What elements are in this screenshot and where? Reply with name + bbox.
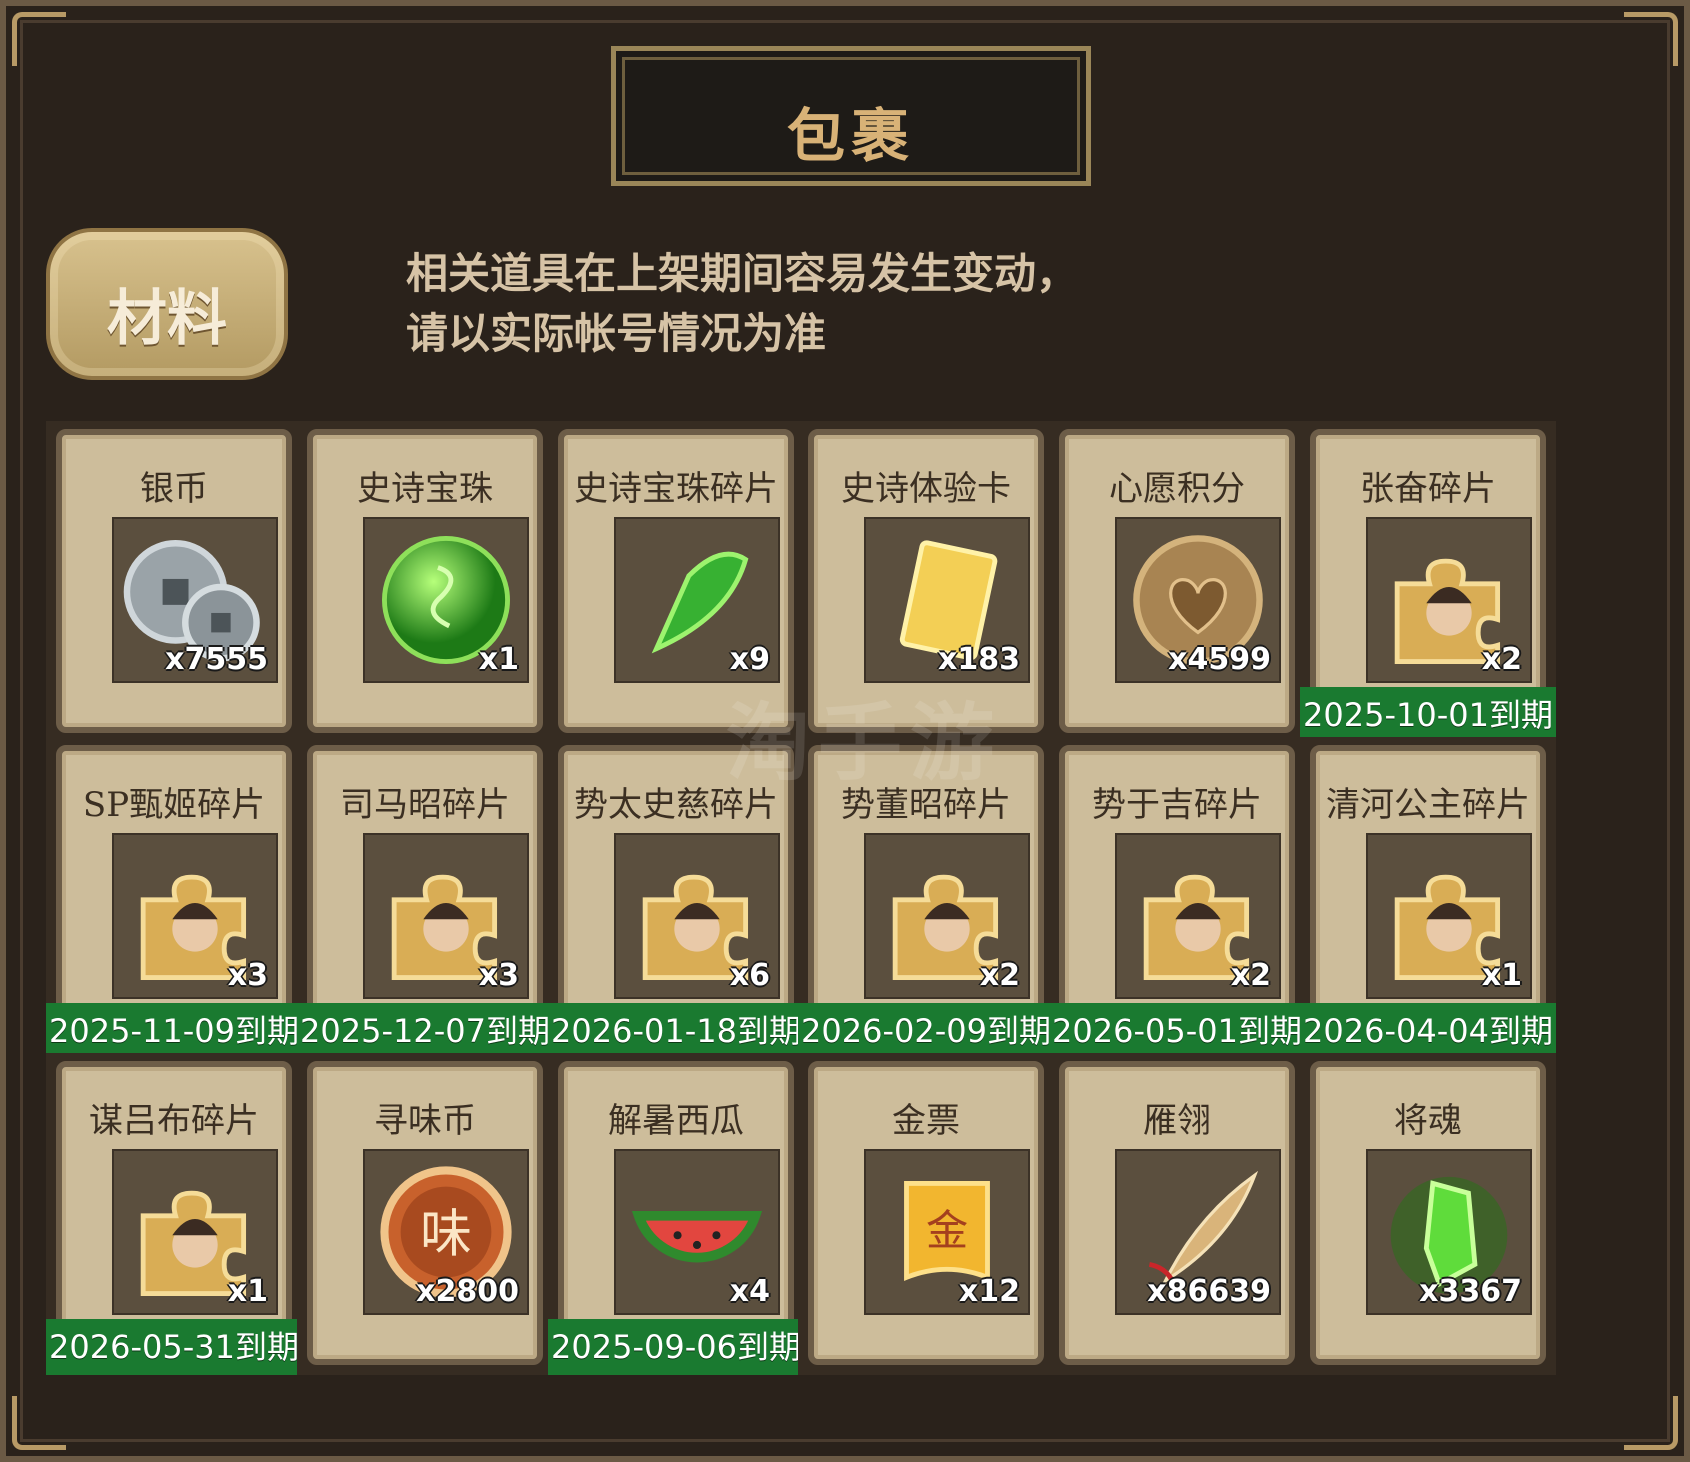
item-icon-box: x183 [864, 517, 1030, 683]
item-name: 寻味币 [374, 1101, 476, 1141]
item-count: x2 [1481, 642, 1522, 677]
title-plate: 包裹 [611, 46, 1091, 186]
item-name: 史诗宝珠 [357, 469, 493, 509]
item-expire-banner: 2026-05-01到期 [1049, 1003, 1305, 1059]
item-name: 金票 [892, 1101, 960, 1141]
item-icon-box: x2 [864, 833, 1030, 999]
item-count: x9 [729, 642, 770, 677]
item-count: x3367 [1419, 1274, 1522, 1309]
item-card[interactable]: 金票金 x12 [798, 1053, 1054, 1375]
window-title: 包裹 [786, 102, 915, 170]
item-icon-box: x3367 [1366, 1149, 1532, 1315]
item-icon-box: x4599 [1115, 517, 1281, 683]
item-card[interactable]: 解暑西瓜 x4 2025-09-06到期 [548, 1053, 804, 1375]
item-expire-banner: 2025-12-07到期 [297, 1003, 553, 1059]
svg-text:味: 味 [420, 1204, 472, 1264]
item-expire-banner: 2026-04-04到期 [1300, 1003, 1556, 1059]
item-icon-box: x1 [1366, 833, 1532, 999]
item-expire-banner: 2026-05-31到期 [46, 1319, 302, 1375]
item-name: SP甄姬碎片 [82, 785, 266, 825]
item-icon-box: x4 [614, 1149, 780, 1315]
item-card-frame: 史诗宝珠 x1 [307, 429, 543, 733]
item-expire-banner: 2026-01-18到期 [548, 1003, 804, 1059]
item-card[interactable]: 将魂 x3367 [1300, 1053, 1556, 1375]
item-card-frame: 心愿积分 x4599 [1059, 429, 1295, 733]
item-card[interactable]: 雁翎 x86639 [1049, 1053, 1305, 1375]
item-expire-banner: 2025-11-09到期 [46, 1003, 302, 1059]
tab-materials[interactable]: 材料 [46, 228, 288, 380]
item-icon-box: x2 [1366, 517, 1532, 683]
item-expire-banner: 2025-09-06到期 [548, 1319, 804, 1375]
item-count: x2800 [416, 1274, 519, 1309]
item-count: x1 [1481, 958, 1522, 993]
item-card-frame: 金票金 x12 [808, 1061, 1044, 1365]
item-expire-banner: 2026-02-09到期 [798, 1003, 1054, 1059]
item-count: x183 [938, 642, 1020, 677]
item-card-frame: 银币 x7555 [56, 429, 292, 733]
item-icon-box: 味 x2800 [363, 1149, 529, 1315]
item-name: 势于吉碎片 [1092, 785, 1262, 825]
item-card[interactable]: 谋吕布碎片 x1 2026-05-31到期 [46, 1053, 302, 1375]
item-count: x1 [478, 642, 519, 677]
item-icon-box: x1 [363, 517, 529, 683]
watermark: 淘手游 [726, 694, 1003, 792]
item-count: x3 [478, 958, 519, 993]
frame-corner-decoration [1624, 12, 1678, 66]
item-icon-box: x3 [112, 833, 278, 999]
item-name: 解暑西瓜 [608, 1101, 744, 1141]
item-card[interactable]: 清河公主碎片 x1 2026-04-04到期 [1300, 737, 1556, 1059]
item-expire-banner: 2025-10-01到期 [1300, 687, 1556, 743]
item-icon-box: x86639 [1115, 1149, 1281, 1315]
item-card-frame: 寻味币味 x2800 [307, 1061, 543, 1365]
item-card[interactable]: 司马昭碎片 x3 2025-12-07到期 [297, 737, 553, 1059]
item-card[interactable]: SP甄姬碎片 x3 2025-11-09到期 [46, 737, 302, 1059]
svg-text:金: 金 [926, 1206, 968, 1255]
item-card[interactable]: 势于吉碎片 x2 2026-05-01到期 [1049, 737, 1305, 1059]
item-icon-box: x9 [614, 517, 780, 683]
item-count: x4 [729, 1274, 770, 1309]
item-icon-box: x1 [112, 1149, 278, 1315]
tab-materials-label: 材料 [107, 284, 227, 354]
item-icon-box: 金 x12 [864, 1149, 1030, 1315]
item-name: 雁翎 [1143, 1101, 1211, 1141]
item-card[interactable]: 寻味币味 x2800 [297, 1053, 553, 1375]
item-name: 张奋碎片 [1360, 469, 1496, 509]
item-count: x2 [979, 958, 1020, 993]
item-name: 心愿积分 [1109, 469, 1245, 509]
item-icon-box: x6 [614, 833, 780, 999]
item-name: 史诗体验卡 [841, 469, 1011, 509]
item-card[interactable]: 心愿积分 x4599 [1049, 421, 1305, 743]
item-count: x3 [227, 958, 268, 993]
item-icon-box: x3 [363, 833, 529, 999]
item-count: x7555 [165, 642, 268, 677]
item-card-frame: 将魂 x3367 [1310, 1061, 1546, 1365]
item-count: x2 [1230, 958, 1271, 993]
notice-text: 相关道具在上架期间容易发生变动， 请以实际帐号情况为准 [406, 244, 1206, 364]
frame-corner-decoration [12, 12, 66, 66]
item-name: 司马昭碎片 [340, 785, 510, 825]
inventory-window: 包裹 材料 相关道具在上架期间容易发生变动， 请以实际帐号情况为准 银币 x755… [0, 0, 1690, 1462]
item-count: x86639 [1147, 1274, 1271, 1309]
item-name: 谋吕布碎片 [89, 1101, 259, 1141]
notice-line-2: 请以实际帐号情况为准 [406, 309, 827, 358]
item-card[interactable]: 史诗宝珠 x1 [297, 421, 553, 743]
item-name: 史诗宝珠碎片 [574, 469, 778, 509]
item-count: x1 [227, 1274, 268, 1309]
item-icon-box: x7555 [112, 517, 278, 683]
item-count: x6 [729, 958, 770, 993]
item-card[interactable]: 张奋碎片 x2 2025-10-01到期 [1300, 421, 1556, 743]
item-count: x12 [958, 1274, 1020, 1309]
item-count: x4599 [1168, 642, 1271, 677]
item-icon-box: x2 [1115, 833, 1281, 999]
item-name: 将魂 [1394, 1101, 1462, 1141]
item-name: 清河公主碎片 [1326, 785, 1530, 825]
notice-line-1: 相关道具在上架期间容易发生变动， [406, 249, 1079, 298]
item-name: 银币 [140, 469, 208, 509]
item-grid: 银币 x7555 史诗宝珠 x1 史诗宝珠碎片 x9 史诗体验卡 x183 心愿积分 x4599 张… [46, 421, 1656, 1431]
item-card[interactable]: 银币 x7555 [46, 421, 302, 743]
item-card-frame: 雁翎 x86639 [1059, 1061, 1295, 1365]
